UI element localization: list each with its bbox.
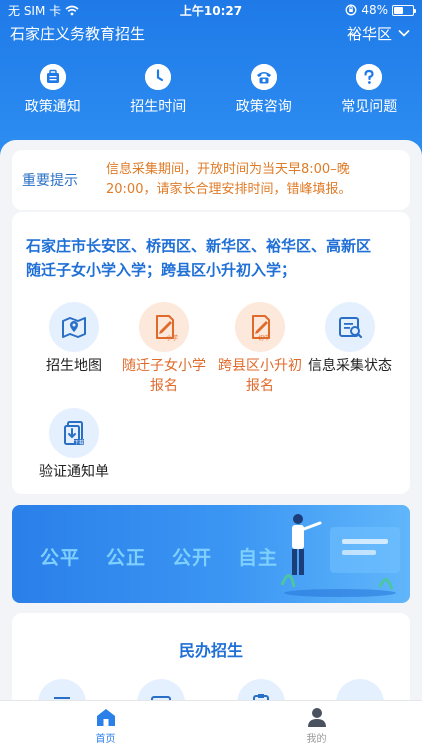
main-content: 重要提示 信息采集期间，开放时间为当天早8:00–晚 20:00，请家长合理安排… bbox=[0, 140, 422, 713]
private-section-title: 民办招生 bbox=[178, 641, 243, 660]
district-selector[interactable]: 裕华区 bbox=[347, 23, 410, 44]
map-icon bbox=[49, 302, 99, 352]
district-label: 裕华区 bbox=[346, 24, 392, 43]
slogan-word: 公平 bbox=[40, 547, 81, 569]
tab-profile[interactable]: 我的 bbox=[211, 701, 422, 750]
question-icon bbox=[356, 64, 383, 90]
service-label: 验证通知单 bbox=[39, 462, 109, 482]
slogan-word: 公正 bbox=[106, 547, 147, 569]
services-title-line: 随迁子女小学入学；跨县区小升初入学； bbox=[26, 261, 297, 279]
notice-line: 20:00，请家长合理安排时间，错峰填报。 bbox=[106, 182, 352, 197]
slogan-banner[interactable]: 公平 公正 公开 自主 bbox=[12, 505, 410, 603]
tab-home[interactable]: 首页 bbox=[0, 701, 211, 750]
service-migrant-primary-signup[interactable]: 小学 随迁子女小学 报名 bbox=[116, 302, 212, 396]
app-header: 石家庄义务教育招生 裕华区 bbox=[0, 20, 422, 46]
service-label-line: 跨县区小升初 bbox=[218, 358, 302, 374]
service-verify-notice[interactable]: 下载 验证通知单 bbox=[26, 408, 122, 482]
quick-nav-policy-consult[interactable]: 政策咨询 bbox=[211, 64, 317, 120]
tab-label: 首页 bbox=[95, 733, 116, 745]
quick-nav-label: 常见问题 bbox=[341, 99, 398, 115]
info-status-icon bbox=[325, 302, 375, 352]
quick-nav-label: 政策咨询 bbox=[235, 99, 292, 115]
icon-text-download: 下载 bbox=[74, 439, 84, 446]
download-notice-icon: 下载 bbox=[49, 408, 99, 458]
status-bar: 无 SIM 卡 上午10:27 48% bbox=[0, 0, 422, 20]
battery-level bbox=[394, 6, 403, 14]
service-label-line: 验证通知单 bbox=[39, 464, 109, 480]
icon-text-primary: 小学 bbox=[166, 334, 178, 342]
bottom-tab-bar: 首页 我的 bbox=[0, 700, 422, 750]
quick-nav-label: 政策通知 bbox=[24, 99, 81, 115]
slogan-word: 公开 bbox=[172, 547, 213, 569]
service-label-line: 信息采集状态 bbox=[308, 358, 392, 374]
junior-signup-icon: 初中 bbox=[235, 302, 285, 352]
home-icon bbox=[96, 708, 115, 726]
profile-icon bbox=[307, 707, 326, 727]
battery-percent: 48% bbox=[361, 3, 388, 17]
service-info-collection-status[interactable]: 信息采集状态 bbox=[302, 302, 398, 376]
service-enroll-map[interactable]: 招生地图 bbox=[26, 302, 122, 376]
private-enrollment-card: 民办招生 bbox=[12, 613, 410, 713]
quick-nav-faq[interactable]: 常见问题 bbox=[317, 64, 422, 120]
service-label-line: 招生地图 bbox=[46, 358, 102, 374]
banner-slogan: 公平 公正 公开 自主 bbox=[40, 543, 278, 570]
quick-nav-policy-notice[interactable]: 政策通知 bbox=[0, 64, 106, 120]
service-cross-county-junior-signup[interactable]: 初中 跨县区小升初 报名 bbox=[212, 302, 308, 396]
quick-nav-label: 招生时间 bbox=[130, 99, 187, 115]
carrier-label: 无 SIM 卡 bbox=[8, 3, 62, 18]
enrollment-services-card: 石家庄市长安区、桥西区、新华区、裕华区、高新区 随迁子女小学入学；跨县区小升初入… bbox=[12, 212, 410, 494]
clock: 上午10:27 bbox=[179, 3, 243, 18]
important-notice: 重要提示 信息采集期间，开放时间为当天早8:00–晚 20:00，请家长合理安排… bbox=[12, 150, 410, 210]
banner-illustration bbox=[280, 514, 400, 597]
service-label: 招生地图 bbox=[46, 356, 102, 376]
chevron-down-icon bbox=[398, 29, 410, 37]
tab-label: 我的 bbox=[306, 733, 327, 745]
service-label: 跨县区小升初 报名 bbox=[218, 356, 302, 396]
wifi-icon bbox=[65, 5, 79, 15]
battery-icon bbox=[392, 4, 416, 16]
service-label: 信息采集状态 bbox=[308, 356, 392, 376]
service-label-line: 报名 bbox=[150, 378, 178, 394]
clock-icon bbox=[145, 64, 172, 90]
rotation-lock-icon bbox=[345, 4, 357, 16]
slogan-word: 自主 bbox=[238, 547, 279, 569]
service-label-line: 随迁子女小学 bbox=[122, 358, 206, 374]
service-label: 随迁子女小学 报名 bbox=[122, 356, 206, 396]
notice-tag: 重要提示 bbox=[22, 173, 78, 189]
phone-icon bbox=[250, 64, 277, 90]
service-label-line: 报名 bbox=[246, 378, 274, 394]
quick-nav: 政策通知 招生时间 政策咨询 常见问题 bbox=[0, 64, 422, 120]
services-title: 石家庄市长安区、桥西区、新华区、裕华区、高新区 随迁子女小学入学；跨县区小升初入… bbox=[26, 234, 398, 282]
notice-text: 信息采集期间，开放时间为当天早8:00–晚 20:00，请家长合理安排时间，错峰… bbox=[106, 160, 351, 200]
quick-nav-enroll-time[interactable]: 招生时间 bbox=[106, 64, 212, 120]
app-title: 石家庄义务教育招生 bbox=[10, 24, 146, 43]
primary-signup-icon: 小学 bbox=[139, 302, 189, 352]
icon-text-junior: 初中 bbox=[258, 334, 270, 342]
services-title-line: 石家庄市长安区、桥西区、新华区、裕华区、高新区 bbox=[26, 237, 372, 255]
notice-line: 信息采集期间，开放时间为当天早8:00–晚 bbox=[106, 162, 350, 177]
notice-bag-icon bbox=[39, 64, 66, 90]
